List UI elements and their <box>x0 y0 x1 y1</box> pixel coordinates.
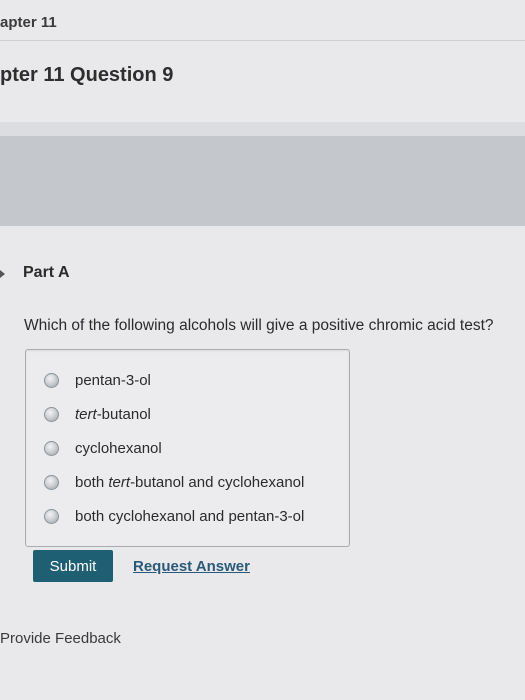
radio-button-icon[interactable] <box>44 508 59 524</box>
option-label: both cyclohexanol and pentan-3-ol <box>75 507 305 525</box>
provide-feedback-link[interactable]: Provide Feedback <box>0 630 121 647</box>
option-tert-butanol-and-cyclohexanol[interactable]: both tert-butanol and cyclohexanol <box>44 471 304 493</box>
radio-button-icon[interactable] <box>44 406 59 422</box>
radio-button-icon[interactable] <box>44 474 59 490</box>
option-tert-butanol[interactable]: tert-butanol <box>44 403 151 425</box>
request-answer-link[interactable]: Request Answer <box>133 558 250 575</box>
radio-button-icon[interactable] <box>44 372 59 388</box>
option-label: cyclohexanol <box>75 439 162 457</box>
breadcrumb[interactable]: apter 11 <box>0 14 57 31</box>
option-label: tert-butanol <box>75 405 151 423</box>
part-label: Part A <box>23 264 70 281</box>
option-label: pentan-3-ol <box>75 371 151 389</box>
page-title: pter 11 Question 9 <box>0 64 174 86</box>
option-pentan-3-ol[interactable]: pentan-3-ol <box>44 369 151 391</box>
submit-button[interactable]: Submit <box>33 550 113 582</box>
option-label: both tert-butanol and cyclohexanol <box>75 473 305 491</box>
caret-icon <box>0 270 5 278</box>
question-header-band <box>0 136 525 226</box>
header-divider <box>0 40 525 41</box>
option-cyclohexanol[interactable]: cyclohexanol <box>44 437 162 459</box>
option-cyclohexanol-and-pentan-3-ol[interactable]: both cyclohexanol and pentan-3-ol <box>44 505 304 527</box>
radio-button-icon[interactable] <box>44 440 59 456</box>
toolbar-strip <box>0 122 525 136</box>
question-text: Which of the following alcohols will giv… <box>24 317 494 334</box>
answer-options: pentan-3-ol tert-butanol cyclohexanol bo… <box>25 349 350 547</box>
part-a-header[interactable]: Part A <box>0 264 70 282</box>
